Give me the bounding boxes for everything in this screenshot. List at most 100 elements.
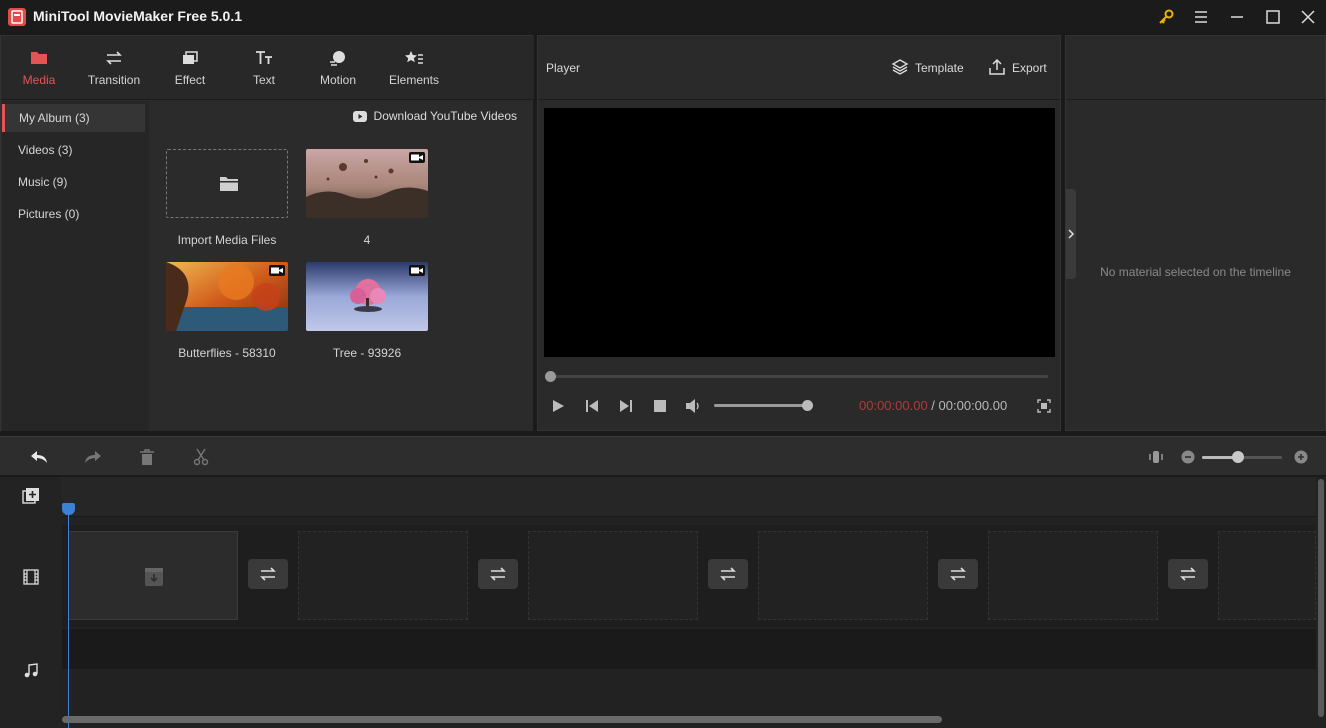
template-label: Template xyxy=(915,61,964,75)
media-thumbnail[interactable] xyxy=(306,262,428,331)
tab-motion[interactable]: Motion xyxy=(300,36,376,100)
folder-icon xyxy=(29,49,49,67)
clip-slot[interactable] xyxy=(298,531,468,620)
title-bar: MiniTool MovieMaker Free 5.0.1 xyxy=(0,0,1326,34)
export-label: Export xyxy=(1012,61,1047,75)
tab-label: Effect xyxy=(174,73,206,87)
menu-icon[interactable] xyxy=(1190,6,1212,28)
zoom-handle[interactable] xyxy=(1232,451,1244,463)
import-media-tile[interactable] xyxy=(166,149,288,218)
transition-slot-button[interactable] xyxy=(708,559,748,589)
template-icon xyxy=(891,58,909,76)
audio-track[interactable] xyxy=(62,629,1316,669)
tab-media[interactable]: Media xyxy=(1,36,77,100)
time-display: 00:00:00.00 / 00:00:00.00 xyxy=(859,398,1007,413)
volume-handle[interactable] xyxy=(802,400,813,411)
media-grid: Download YouTube Videos Import Media Fil… xyxy=(149,101,533,431)
chevron-right-icon xyxy=(1067,228,1075,240)
fullscreen-icon[interactable] xyxy=(1035,398,1053,414)
volume-icon[interactable] xyxy=(684,398,702,414)
media-thumbnail[interactable] xyxy=(306,149,428,218)
video-track-icon xyxy=(23,569,39,585)
album-item-videos[interactable]: Videos (3) xyxy=(2,136,145,164)
video-camera-icon xyxy=(409,265,425,276)
tab-transition[interactable]: Transition xyxy=(76,36,152,100)
album-sidebar: My Album (3) Videos (3) Music (9) Pictur… xyxy=(2,101,149,431)
clip-slot[interactable] xyxy=(988,531,1158,620)
audio-snap-icon[interactable] xyxy=(1146,448,1166,466)
clip-slot[interactable] xyxy=(758,531,928,620)
volume-slider[interactable] xyxy=(714,404,806,407)
tab-elements[interactable]: Elements xyxy=(376,36,452,100)
timeline xyxy=(0,477,1326,728)
folder-icon xyxy=(219,175,239,192)
album-item-my-album[interactable]: My Album (3) xyxy=(2,104,145,132)
next-frame-icon[interactable] xyxy=(617,398,635,414)
previous-frame-icon[interactable] xyxy=(583,398,601,414)
tab-label: Transition xyxy=(87,73,141,87)
swap-arrows-icon xyxy=(1178,565,1198,583)
key-icon[interactable] xyxy=(1155,6,1177,28)
export-icon xyxy=(988,58,1006,76)
transition-slot-button[interactable] xyxy=(478,559,518,589)
youtube-icon xyxy=(352,111,367,122)
media-label: Tree - 93926 xyxy=(332,346,402,360)
swap-arrows-icon xyxy=(948,565,968,583)
app-logo-icon xyxy=(8,8,26,26)
zoom-in-icon[interactable] xyxy=(1293,449,1309,465)
drop-media-icon xyxy=(144,567,164,587)
app-title: MiniTool MovieMaker Free 5.0.1 xyxy=(33,8,243,24)
undo-icon[interactable] xyxy=(29,448,49,466)
swap-arrows-icon xyxy=(258,565,278,583)
seek-handle[interactable] xyxy=(545,371,556,382)
download-youtube-button[interactable]: Download YouTube Videos xyxy=(352,109,517,125)
time-current: 00:00:00.00 xyxy=(859,398,928,413)
swap-arrows-icon xyxy=(718,565,738,583)
player-title: Player xyxy=(546,61,581,75)
media-thumbnail[interactable] xyxy=(166,262,288,331)
time-ruler[interactable] xyxy=(62,477,1316,517)
tab-label: Elements xyxy=(388,73,440,87)
zoom-out-icon[interactable] xyxy=(1180,449,1196,465)
add-track-icon[interactable] xyxy=(22,487,40,505)
tab-text[interactable]: Text xyxy=(226,36,302,100)
album-item-pictures[interactable]: Pictures (0) xyxy=(2,200,145,228)
redo-icon[interactable] xyxy=(83,448,103,466)
transition-slot-button[interactable] xyxy=(938,559,978,589)
track-headers xyxy=(0,477,62,728)
properties-header xyxy=(1066,36,1326,100)
tab-effect[interactable]: Effect xyxy=(152,36,228,100)
album-item-music[interactable]: Music (9) xyxy=(2,168,145,196)
clip-slot[interactable] xyxy=(1218,531,1316,620)
play-icon[interactable] xyxy=(549,398,567,414)
playhead-handle[interactable] xyxy=(62,503,75,515)
time-separator: / xyxy=(927,398,939,413)
transition-slot-button[interactable] xyxy=(248,559,288,589)
stop-icon[interactable] xyxy=(651,398,669,414)
vertical-scrollbar[interactable] xyxy=(1318,479,1324,717)
delete-icon[interactable] xyxy=(137,448,157,466)
elements-icon xyxy=(404,49,424,67)
tab-label: Motion xyxy=(319,73,357,87)
clip-slot[interactable] xyxy=(528,531,698,620)
close-icon[interactable] xyxy=(1297,6,1319,28)
minimize-icon[interactable] xyxy=(1226,6,1248,28)
media-library-panel: Media Transition Effect Text Motion Elem… xyxy=(0,35,534,431)
media-label: 4 xyxy=(363,233,371,247)
video-preview xyxy=(544,108,1055,357)
transition-slot-button[interactable] xyxy=(1168,559,1208,589)
timeline-toolbar xyxy=(0,436,1326,476)
video-camera-icon xyxy=(409,152,425,163)
horizontal-scrollbar[interactable] xyxy=(62,716,942,723)
import-media-label: Import Media Files xyxy=(177,233,277,247)
split-scissors-icon[interactable] xyxy=(191,448,211,466)
clip-slot[interactable] xyxy=(68,531,238,620)
seek-bar[interactable] xyxy=(550,375,1048,378)
layers-icon xyxy=(180,49,200,67)
maximize-icon[interactable] xyxy=(1262,6,1284,28)
swap-arrows-icon xyxy=(104,49,124,67)
text-icon xyxy=(254,49,274,67)
video-camera-icon xyxy=(269,265,285,276)
playhead-line xyxy=(68,507,69,728)
video-track[interactable] xyxy=(62,525,1316,627)
